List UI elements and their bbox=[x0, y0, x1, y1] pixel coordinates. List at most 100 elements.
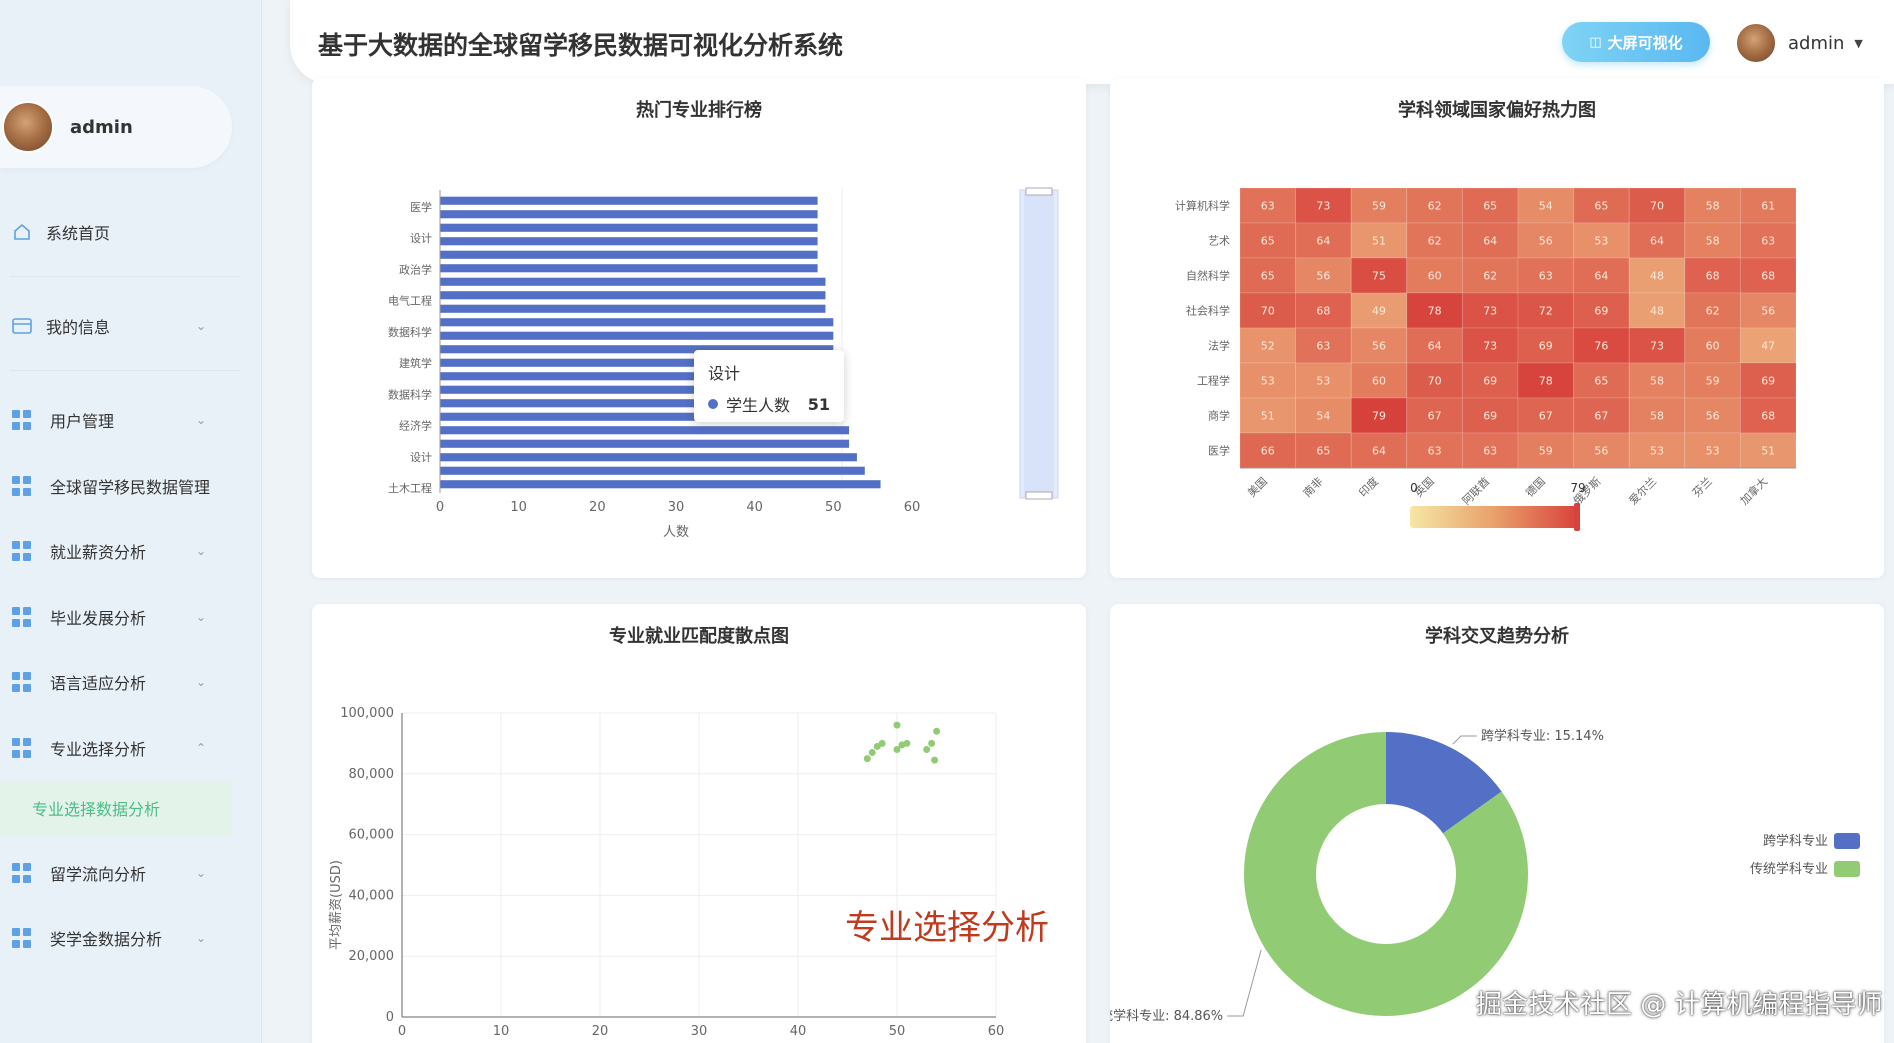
sidebar-item-graduation-analysis[interactable]: 毕业发展分析 ⌄ bbox=[0, 597, 262, 637]
sidebar-item-data-management[interactable]: 全球留学移民数据管理 bbox=[0, 466, 262, 506]
x-tick-label: 50 bbox=[889, 1024, 906, 1039]
series-dot-icon bbox=[708, 399, 718, 409]
panel-scatter: 专业就业匹配度散点图 0 20,000 40,000 60,000 80,000 100,… bbox=[312, 604, 1086, 1043]
slice-label: 传统学科专业: 84.86% bbox=[1110, 1008, 1223, 1024]
x-tick-label: 50 bbox=[825, 500, 842, 515]
sidebar-item-my-info[interactable]: 我的信息 ⌄ bbox=[0, 306, 262, 346]
heatmap-cell-label: 69 bbox=[1483, 375, 1497, 388]
chevron-down-icon: ⌄ bbox=[196, 866, 207, 880]
tooltip-category: 设计 bbox=[708, 364, 741, 383]
heatmap-cell-label: 60 bbox=[1706, 340, 1720, 353]
x-tick-label: 10 bbox=[493, 1024, 510, 1039]
sidebar-item-user-management[interactable]: 用户管理 ⌄ bbox=[0, 400, 262, 440]
sidebar-username: admin bbox=[70, 116, 133, 138]
y-tick-label: 80,000 bbox=[349, 767, 395, 782]
heatmap-cell-label: 59 bbox=[1539, 445, 1553, 458]
slice-label: 跨学科专业: 15.14% bbox=[1481, 728, 1604, 744]
column-label: 南非 bbox=[1301, 475, 1326, 500]
sidebar-item-scholarship-analysis[interactable]: 奖学金数据分析 ⌄ bbox=[0, 918, 262, 958]
heatmap-cell-label: 73 bbox=[1650, 340, 1664, 353]
sidebar-subitem-major-data-analysis[interactable]: 专业选择数据分析 bbox=[0, 781, 232, 835]
visual-map-max-label: 79 bbox=[1570, 481, 1585, 495]
y-tick-label: 60,000 bbox=[349, 828, 395, 843]
heatmap-cell-label: 49 bbox=[1372, 305, 1386, 318]
heatmap-cell-label: 64 bbox=[1594, 270, 1608, 283]
sidebar-item-home[interactable]: 系统首页 bbox=[0, 212, 262, 252]
column-label: 爱尔兰 bbox=[1627, 475, 1660, 508]
sidebar-item-label: 用户管理 bbox=[50, 412, 115, 431]
heatmap-cell-label: 56 bbox=[1316, 270, 1330, 283]
heatmap-cell-label: 51 bbox=[1372, 235, 1386, 248]
heatmap-cell-label: 69 bbox=[1761, 375, 1775, 388]
caret-down-icon: ▼ bbox=[1854, 36, 1863, 50]
legend-label: 跨学科专业 bbox=[1763, 833, 1828, 849]
y-tick-label: 经济学 bbox=[399, 419, 432, 433]
column-label: 美国 bbox=[1245, 475, 1270, 500]
tooltip-series: 学生人数 bbox=[726, 396, 791, 415]
data-zoom-handle-bottom[interactable] bbox=[1025, 491, 1053, 500]
chevron-up-icon: ⌃ bbox=[196, 741, 207, 755]
heatmap-cell-label: 58 bbox=[1650, 375, 1664, 388]
scatter-chart: 0 20,000 40,000 60,000 80,000 100,000 0 10 20 30 4… bbox=[329, 706, 1004, 1039]
bar-mark bbox=[440, 453, 857, 462]
bar-mark bbox=[440, 210, 818, 219]
big-screen-button[interactable]: ◫ 大屏可视化 bbox=[1562, 22, 1710, 62]
column-label: 加拿大 bbox=[1737, 474, 1770, 507]
header-user-menu[interactable]: admin ▼ bbox=[1736, 22, 1863, 64]
heatmap-cell-label: 65 bbox=[1483, 200, 1497, 213]
heatmap-cell-label: 65 bbox=[1261, 235, 1275, 248]
donut-chart: 跨学科专业: 15.14% 传统学科专业: 84.86% 跨学科专业传统学科专业 bbox=[1110, 728, 1860, 1024]
header-username: admin bbox=[1788, 32, 1845, 54]
label-line bbox=[1452, 735, 1477, 745]
grid-icon bbox=[12, 541, 32, 561]
y-tick-label: 0 bbox=[386, 1010, 394, 1025]
heatmap-cell-label: 73 bbox=[1483, 340, 1497, 353]
y-tick-label: 20,000 bbox=[349, 949, 395, 964]
sidebar-item-label: 我的信息 bbox=[46, 318, 111, 337]
heatmap-cell-label: 53 bbox=[1261, 375, 1275, 388]
bar-mark bbox=[440, 196, 818, 205]
sidebar-item-salary-analysis[interactable]: 就业薪资分析 ⌄ bbox=[0, 531, 262, 571]
heatmap-cell-label: 69 bbox=[1594, 305, 1608, 318]
bar-mark bbox=[440, 250, 818, 259]
sidebar-item-language-analysis[interactable]: 语言适应分析 ⌄ bbox=[0, 662, 262, 702]
heatmap-cell-label: 56 bbox=[1372, 340, 1386, 353]
heatmap-cell-label: 58 bbox=[1650, 410, 1664, 423]
x-tick-label: 0 bbox=[436, 500, 444, 515]
heatmap-cell-label: 48 bbox=[1650, 305, 1664, 318]
heatmap-cell-label: 73 bbox=[1316, 200, 1330, 213]
heatmap-cell-label: 64 bbox=[1650, 235, 1664, 248]
sidebar-item-flow-analysis[interactable]: 留学流向分析 ⌄ bbox=[0, 853, 262, 893]
bar-mark bbox=[440, 466, 865, 475]
data-zoom-handle-top[interactable] bbox=[1025, 187, 1053, 196]
bar-tooltip: 设计 学生人数 51 bbox=[694, 350, 844, 422]
sidebar-item-major-analysis[interactable]: 专业选择分析 ⌃ bbox=[0, 728, 262, 768]
sidebar-item-label: 专业选择分析 bbox=[50, 740, 147, 759]
heatmap-cell-label: 63 bbox=[1428, 445, 1442, 458]
heatmap-cell-label: 48 bbox=[1650, 270, 1664, 283]
heatmap-cell-label: 52 bbox=[1261, 340, 1275, 353]
heatmap-cell-label: 60 bbox=[1428, 270, 1442, 283]
y-tick-label: 设计 bbox=[410, 451, 432, 464]
grid-icon bbox=[12, 863, 32, 883]
heatmap-cell-label: 62 bbox=[1428, 200, 1442, 213]
scatter-point bbox=[923, 745, 931, 753]
bar-mark bbox=[440, 264, 818, 273]
heatmap-cell-label: 53 bbox=[1706, 445, 1720, 458]
x-tick-label: 0 bbox=[398, 1024, 406, 1039]
sidebar: admin 系统首页 我的信息 ⌄ 用户管理 ⌄ 全球留学移民数据管理 就业薪资… bbox=[0, 0, 262, 1043]
sidebar-item-label: 就业薪资分析 bbox=[50, 543, 147, 562]
heatmap-cell-label: 53 bbox=[1594, 235, 1608, 248]
heatmap-cell-label: 72 bbox=[1539, 305, 1553, 318]
big-screen-button-label: 大屏可视化 bbox=[1607, 33, 1683, 52]
scatter-point bbox=[868, 749, 876, 757]
watermark: 掘金技术社区 @ 计算机编程指导师 bbox=[1476, 990, 1883, 1020]
chevron-down-icon: ⌄ bbox=[196, 319, 207, 333]
bar-mark bbox=[440, 291, 826, 300]
chevron-down-icon: ⌄ bbox=[196, 413, 207, 427]
menu-divider bbox=[10, 370, 240, 371]
visual-map-bar[interactable] bbox=[1410, 506, 1578, 528]
sidebar-user-card[interactable]: admin bbox=[0, 86, 232, 168]
label-line bbox=[1227, 949, 1262, 1017]
grid-icon bbox=[12, 607, 32, 627]
